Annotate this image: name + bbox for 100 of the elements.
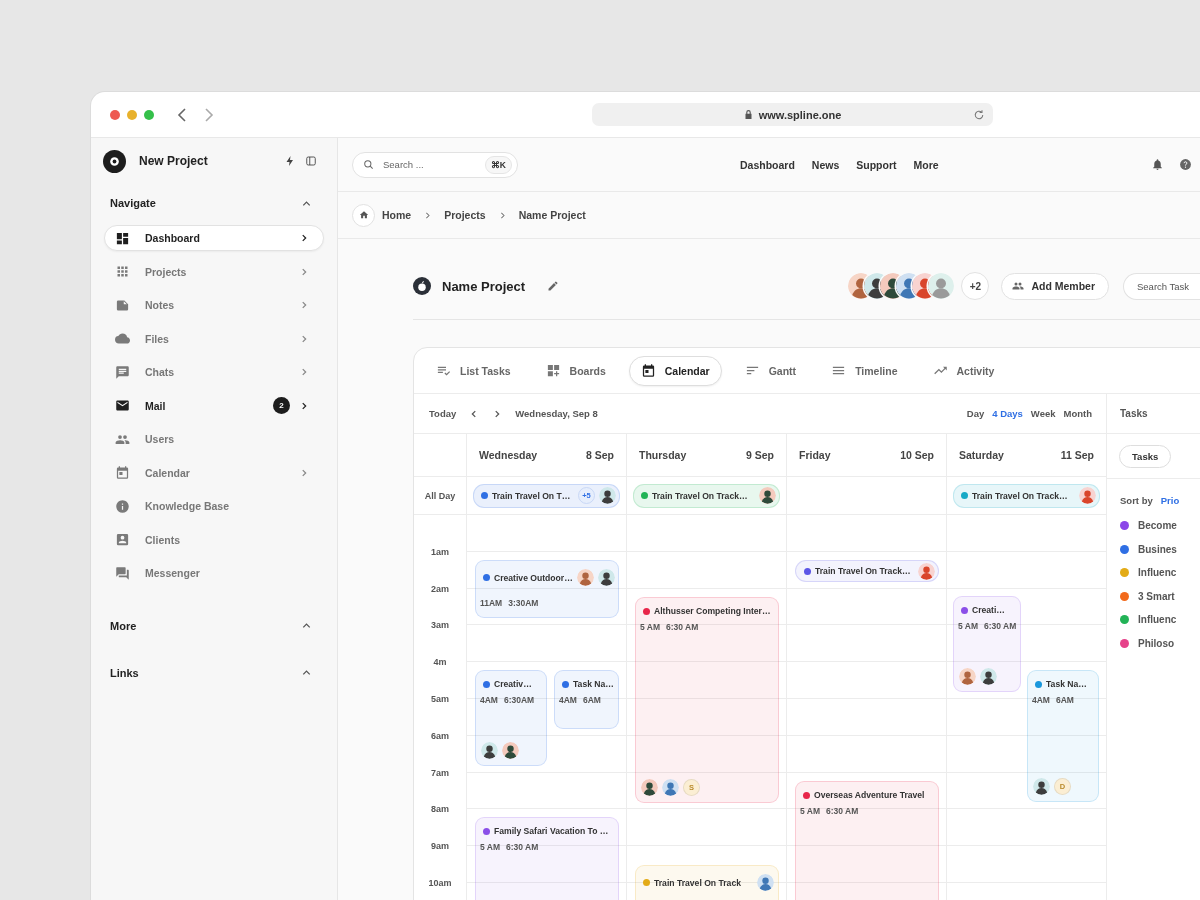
breadcrumb-link[interactable]: Name Project [518, 209, 586, 221]
panel-title: Tasks [1120, 408, 1148, 419]
home-button[interactable] [352, 203, 375, 227]
event-time: 5 AM [958, 621, 978, 631]
nav-link[interactable]: News [811, 158, 840, 171]
task-title[interactable]: 3 Smart [1138, 590, 1175, 602]
calendar-event[interactable]: Creativ… 4AM 6:30AM [475, 670, 547, 766]
logo-icon [413, 277, 431, 295]
calendar-event[interactable]: Overseas Adventure Travel 5 AM 6:30 AM [795, 781, 939, 900]
task-title[interactable]: Influenc [1138, 567, 1177, 579]
hour-label: 2am [431, 583, 449, 594]
all-day-label: All Day [424, 490, 456, 501]
event-title: Creativ… [494, 679, 533, 689]
nav-item[interactable]: Notes [104, 292, 324, 318]
nav-item[interactable]: Calendar [104, 459, 324, 486]
logo-icon [103, 149, 126, 173]
event-title: Train Travel On Track… [972, 490, 1069, 501]
event-time: 4AM [559, 695, 577, 705]
nav-item[interactable]: Chats [104, 359, 324, 385]
breadcrumb-link[interactable]: Projects [444, 209, 486, 221]
chevron-up-icon[interactable] [301, 620, 312, 631]
nav-link[interactable]: Support [856, 158, 897, 171]
nav-item[interactable]: Messenger [104, 560, 324, 586]
sort-link[interactable]: Prio [1160, 494, 1180, 506]
view-tab[interactable]: Timeline [819, 355, 910, 386]
hour-label: 10am [428, 878, 452, 889]
nav-item[interactable]: Mail 2 [104, 392, 324, 419]
day-date: 9 Sep [746, 449, 774, 461]
address-bar[interactable]: www.spline.one [592, 103, 993, 126]
all-day-event[interactable]: Train Travel On Track… [953, 483, 1100, 508]
bolt-icon[interactable] [284, 155, 296, 167]
more-members-count[interactable]: +2 [961, 272, 990, 300]
range-option[interactable]: Day [966, 408, 985, 419]
event-title: Task Na… [1046, 679, 1088, 689]
calendar-event[interactable]: Train Travel On Track… [795, 560, 939, 582]
help-icon[interactable] [1179, 158, 1192, 171]
event-title: Overseas Adventure Travel [814, 790, 926, 800]
range-option[interactable]: 4 Days [992, 408, 1023, 419]
mail-icon [115, 398, 130, 413]
search-bar[interactable]: Search ... ⌘K [352, 151, 518, 178]
today-button[interactable]: Today [429, 408, 457, 419]
section-title: Links [110, 666, 140, 679]
event-time: 3:30AM [508, 598, 539, 608]
calendar-event[interactable]: Train Travel On Track [635, 865, 779, 900]
search-field[interactable]: Search ... [381, 158, 475, 171]
view-tab[interactable]: Boards [533, 355, 618, 386]
calendar-event[interactable]: Family Safari Vacation To … 5 AM 6:30 AM [475, 817, 619, 900]
view-tab[interactable]: List Tasks [424, 355, 523, 386]
day-name: Saturday [959, 449, 1004, 461]
users-icon [1012, 280, 1025, 292]
nav-item[interactable]: Users [104, 426, 324, 452]
all-day-event[interactable]: Train Travel On Track… [633, 483, 780, 508]
task-title[interactable]: Become [1138, 520, 1177, 532]
nav-item[interactable]: Dashboard [104, 225, 324, 251]
event-title: Task Na… [573, 679, 614, 689]
event-time: 6:30 AM [826, 806, 859, 816]
hour-label: 1am [431, 546, 449, 557]
event-time: 6:30 AM [506, 842, 539, 852]
event-title: Family Safari Vacation To … [494, 826, 610, 836]
calendar-event[interactable]: Creati… 5 AM 6:30 AM [953, 596, 1021, 692]
nav-link[interactable]: More [913, 158, 939, 171]
back-icon[interactable] [176, 106, 188, 123]
chat-icon [115, 364, 130, 380]
hour-label: 8am [431, 804, 449, 815]
sort-label: Sort by [1120, 494, 1153, 506]
event-title: Train Travel On Track [654, 877, 742, 888]
chevron-up-icon[interactable] [301, 667, 312, 678]
task-title[interactable]: Philoso [1138, 637, 1175, 649]
task-title[interactable]: Busines [1138, 543, 1177, 555]
reload-icon[interactable] [973, 108, 985, 121]
sidebar-toggle-icon[interactable] [305, 155, 317, 167]
tasks-tab[interactable]: Tasks [1119, 444, 1172, 468]
calendar-event[interactable]: Task Na… 4AM 6AM [554, 670, 619, 729]
nav-link[interactable]: Dashboard [740, 158, 795, 171]
event-time: 5 AM [480, 842, 500, 852]
nav-item[interactable]: Clients [104, 526, 324, 553]
view-tab[interactable]: Gantt [732, 355, 809, 386]
search-task-field[interactable]: Search Task [1123, 272, 1200, 300]
nav-item[interactable]: Projects [104, 258, 324, 285]
view-tab[interactable]: Calendar [628, 355, 722, 386]
hour-label: 5am [431, 694, 449, 705]
range-option[interactable]: Week [1030, 408, 1056, 419]
nav-item[interactable]: Files [104, 325, 324, 352]
close-icon[interactable] [110, 109, 120, 120]
breadcrumb-link[interactable]: Home [382, 209, 412, 221]
nav-item[interactable]: Knowledge Base [104, 493, 324, 519]
event-title: Creative Outdoor… [494, 572, 573, 583]
event-time: 11AM [480, 598, 503, 608]
dashboard-icon [115, 230, 130, 246]
calendar-event[interactable]: Creative Outdoor… 11AM 3:30AM [475, 560, 619, 618]
day-name: Friday [799, 449, 831, 461]
edit-icon[interactable] [547, 280, 560, 292]
url-text: www.spline.one [758, 108, 842, 121]
notification-bell-icon[interactable] [1151, 158, 1164, 171]
count-badge: 2 [273, 397, 290, 414]
add-member-button[interactable]: Add Member [1001, 272, 1109, 300]
view-tab[interactable]: Activity [920, 355, 1007, 386]
range-option[interactable]: Month [1063, 408, 1092, 419]
event-title: Train Travel On Track… [815, 566, 912, 576]
task-title[interactable]: Influenc [1138, 614, 1177, 626]
